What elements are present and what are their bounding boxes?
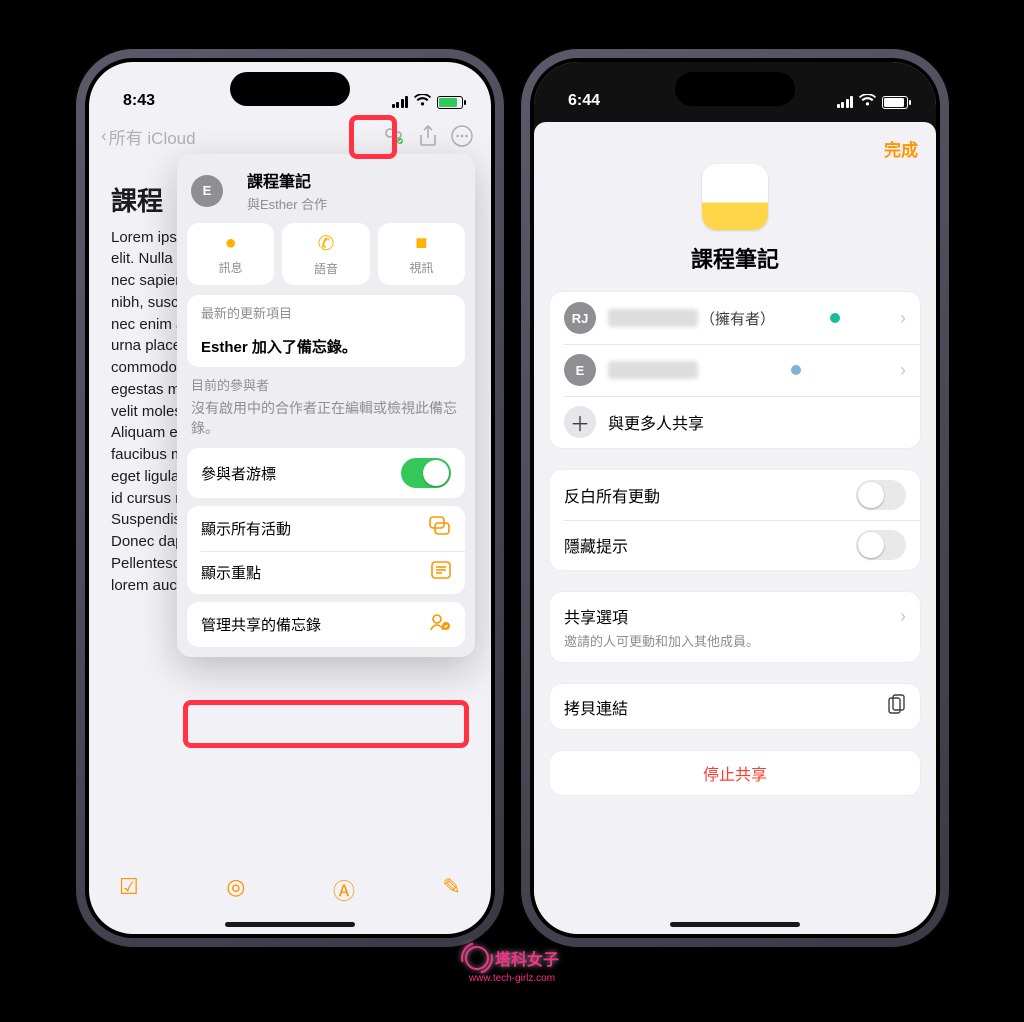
chevron-right-icon: ›: [900, 360, 906, 381]
avatar: RJ: [564, 302, 596, 334]
owner-tag: （擁有者）: [700, 308, 775, 329]
checklist-icon[interactable]: ☑: [119, 874, 139, 900]
wifi-icon: [414, 94, 431, 110]
collab-sheet: E 課程筆記 與Esther 合作 ●訊息 ✆語音 ■視訊 最新的更新項目 Es…: [177, 154, 475, 657]
sheet-subtitle: 與Esther 合作: [247, 194, 327, 213]
chevron-right-icon: ›: [900, 606, 906, 627]
participant-row[interactable]: E ›: [550, 344, 920, 396]
phone-right: 6:44 完成 課程筆記 RJ （擁有者）: [520, 48, 950, 948]
share-icon[interactable]: [411, 119, 445, 153]
participant-name-redacted: [608, 309, 698, 327]
toggle-on[interactable]: [401, 458, 451, 488]
quick-call[interactable]: ✆語音: [282, 223, 369, 285]
nav-bar: ‹ 所有 iCloud: [89, 114, 491, 158]
markup-icon[interactable]: Ⓐ: [333, 874, 355, 906]
participant-name-redacted: [608, 361, 698, 379]
share-options-row[interactable]: 共享選項 › 邀請的人可更動和加入其他成員。: [550, 592, 920, 662]
invert-changes-row[interactable]: 反白所有更動: [550, 470, 920, 520]
quick-video[interactable]: ■視訊: [378, 223, 465, 285]
battery-icon: [882, 96, 908, 109]
note-title: 課程筆記: [534, 242, 936, 274]
done-button[interactable]: 完成: [884, 136, 918, 161]
share-management-sheet: 完成 課程筆記 RJ （擁有者） › E ›: [534, 122, 936, 934]
stop-sharing-button[interactable]: 停止共享: [550, 751, 920, 795]
highlights-icon: [431, 561, 451, 584]
toggle-off[interactable]: [856, 480, 906, 510]
chevron-right-icon: ›: [900, 308, 906, 329]
cellular-icon: [392, 96, 409, 108]
show-highlights-row[interactable]: 顯示重點: [187, 551, 465, 594]
phone-icon: ✆: [318, 231, 335, 256]
chevron-left-icon: ‹: [101, 126, 107, 146]
back-label: 所有 iCloud: [109, 124, 196, 149]
activity-icon: [429, 516, 451, 541]
plus-icon: ＋: [564, 406, 596, 438]
update-line: Esther 加入了備忘錄。: [187, 326, 465, 367]
participant-owner-row[interactable]: RJ （擁有者） ›: [550, 292, 920, 344]
dynamic-island: [675, 72, 795, 106]
share-options-sub: 邀請的人可更動和加入其他成員。: [564, 631, 759, 650]
annotation-highlight-manage: [183, 700, 469, 748]
back-button[interactable]: ‹ 所有 iCloud: [101, 124, 196, 149]
message-icon: ●: [225, 232, 237, 255]
presence-dot: [791, 365, 801, 375]
collaborate-icon[interactable]: [377, 119, 411, 153]
compose-icon[interactable]: ✎: [443, 874, 461, 900]
copy-link-row[interactable]: 拷貝連結: [550, 684, 920, 729]
copy-icon: [888, 694, 906, 719]
watermark: 塔科女子: [465, 946, 559, 970]
participants-empty: 沒有啟用中的合作者正在編輯或檢視此備忘錄。: [177, 398, 475, 448]
phone-left: 8:43 ‹ 所有 iCloud: [75, 48, 505, 948]
home-indicator: [670, 922, 800, 927]
watermark-url: www.tech-girlz.com: [469, 973, 555, 984]
sheet-title: 課程筆記: [247, 168, 327, 192]
more-icon[interactable]: [445, 119, 479, 153]
status-time: 6:44: [568, 92, 600, 110]
quick-message[interactable]: ●訊息: [187, 223, 274, 285]
cursor-toggle-row[interactable]: 參與者游標: [187, 448, 465, 498]
manage-shared-row[interactable]: 管理共享的備忘錄: [187, 602, 465, 647]
manage-shared-icon: [429, 612, 451, 637]
notes-app-icon: [702, 164, 768, 230]
dynamic-island: [230, 72, 350, 106]
battery-icon: [437, 96, 463, 109]
hide-hints-row[interactable]: 隱藏提示: [550, 520, 920, 570]
avatar: E: [564, 354, 596, 386]
toggle-off[interactable]: [856, 530, 906, 560]
watermark-icon: [465, 946, 489, 970]
camera-icon[interactable]: ◎: [226, 874, 245, 900]
video-icon: ■: [415, 232, 427, 255]
status-time: 8:43: [123, 92, 155, 110]
home-indicator: [225, 922, 355, 927]
presence-dot: [830, 313, 840, 323]
share-more-row[interactable]: ＋ 與更多人共享: [550, 396, 920, 448]
cellular-icon: [837, 96, 854, 108]
avatar: E: [191, 175, 223, 207]
wifi-icon: [859, 94, 876, 110]
updates-header: 最新的更新項目: [187, 295, 465, 326]
show-activity-row[interactable]: 顯示所有活動: [187, 506, 465, 551]
participants-header: 目前的參與者: [177, 367, 475, 398]
